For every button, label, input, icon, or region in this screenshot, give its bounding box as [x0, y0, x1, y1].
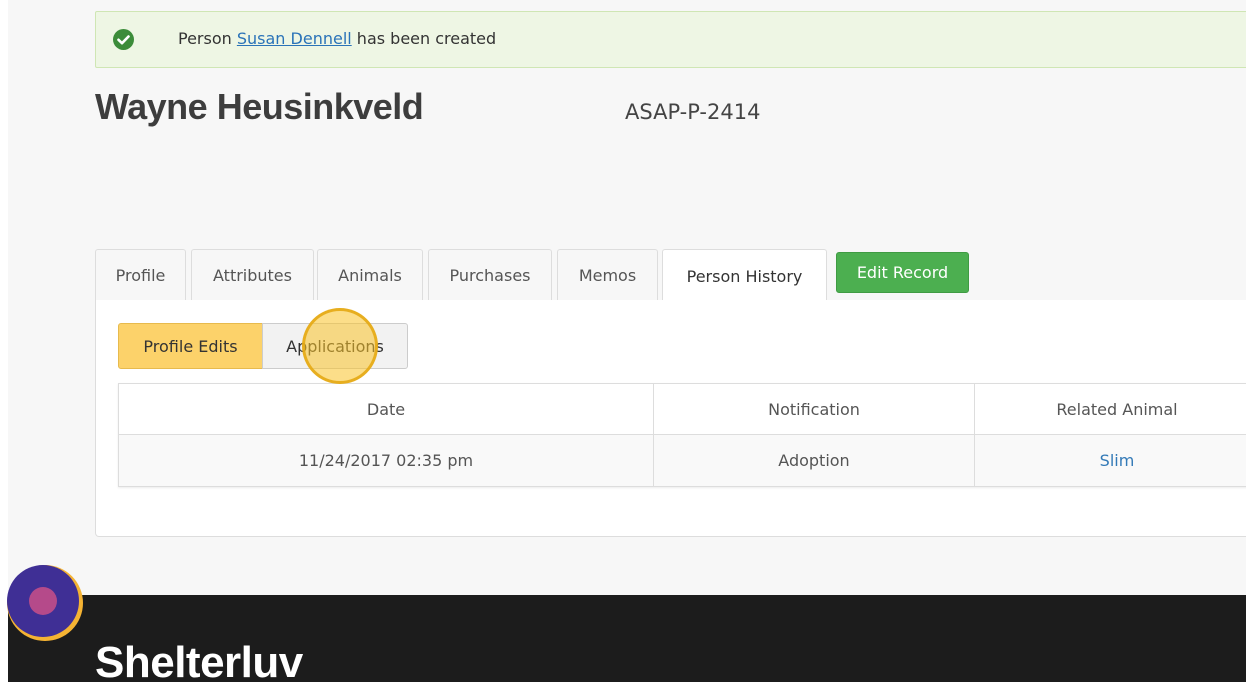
header-notification: Notification: [654, 384, 975, 435]
site-footer: Shelterluv: [0, 595, 1246, 682]
tab-memos[interactable]: Memos: [557, 249, 658, 301]
record-tabs: Profile Attributes Animals Purchases Mem…: [95, 249, 1246, 302]
person-history-panel: Profile Edits Applications Date Notifica…: [95, 300, 1246, 537]
person-id: ASAP-P-2414: [625, 100, 761, 124]
tab-attributes[interactable]: Attributes: [191, 249, 314, 301]
tab-person-history[interactable]: Person History: [662, 249, 827, 302]
cell-related-animal: Slim: [975, 435, 1246, 486]
table-row: 11/24/2017 02:35 pm Adoption Slim: [119, 435, 1246, 486]
cell-date: 11/24/2017 02:35 pm: [119, 435, 654, 486]
page-content: Person Susan Dennell has been created Wa…: [0, 0, 1246, 595]
widget-circle: [7, 565, 79, 637]
table-header-row: Date Notification Related Animal: [119, 384, 1246, 435]
alert-suffix: has been created: [356, 29, 497, 48]
person-name: Wayne Heusinkveld: [95, 86, 424, 127]
edit-record-button[interactable]: Edit Record: [836, 252, 969, 293]
success-alert: Person Susan Dennell has been created: [95, 11, 1246, 68]
subtab-profile-edits[interactable]: Profile Edits: [118, 323, 263, 369]
subtab-applications[interactable]: Applications: [262, 323, 408, 369]
history-table: Date Notification Related Animal 11/24/2…: [118, 383, 1246, 487]
widget-dot-icon: [29, 587, 57, 615]
header-related-animal: Related Animal: [1056, 400, 1178, 419]
footer-logo: Shelterluv: [95, 638, 303, 682]
help-widget-button[interactable]: [7, 565, 83, 641]
cell-notification: Adoption: [654, 435, 975, 486]
alert-prefix: Person: [178, 29, 232, 48]
tab-purchases[interactable]: Purchases: [428, 249, 552, 301]
left-edge: [0, 0, 8, 682]
created-person-link[interactable]: Susan Dennell: [237, 29, 352, 48]
tab-profile[interactable]: Profile: [95, 249, 186, 301]
related-animal-link[interactable]: Slim: [1100, 451, 1135, 470]
check-circle-icon: [113, 29, 134, 50]
tab-animals[interactable]: Animals: [317, 249, 423, 301]
header-date: Date: [119, 384, 654, 435]
alert-message: Person Susan Dennell has been created: [178, 29, 496, 48]
